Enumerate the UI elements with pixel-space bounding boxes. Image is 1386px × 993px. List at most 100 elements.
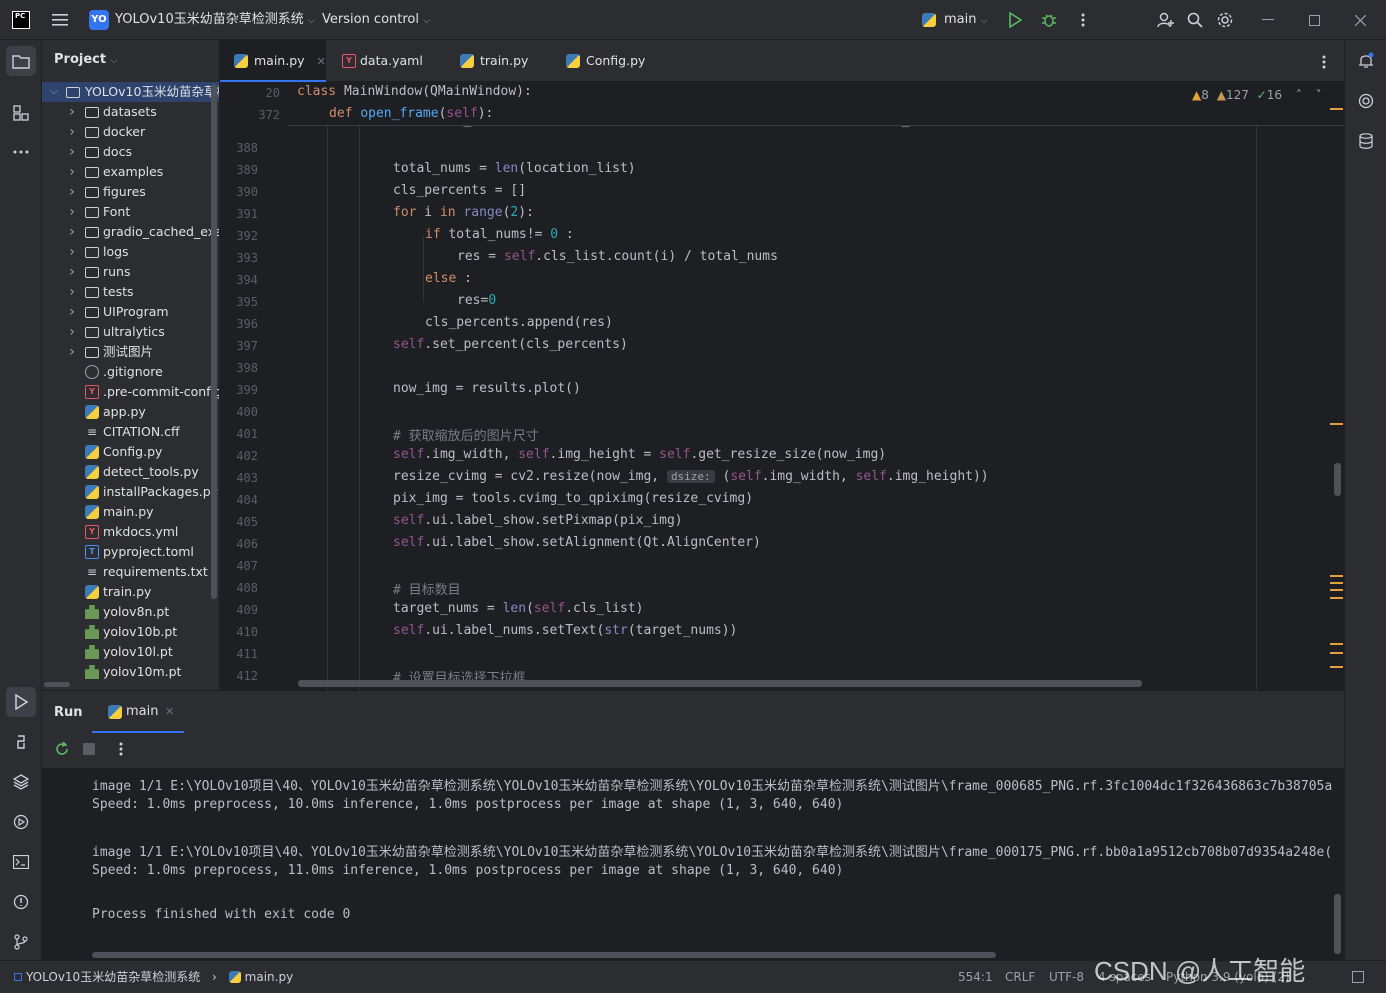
tree-item[interactable]: › logs	[42, 242, 219, 262]
tree-item[interactable]: › tests	[42, 282, 219, 302]
previous-problem-icon[interactable]: ˄	[1296, 88, 1302, 102]
run-tool-icon[interactable]	[6, 687, 36, 717]
project-scrollbar[interactable]	[211, 84, 217, 599]
tree-item[interactable]: Config.py	[42, 442, 219, 462]
gear-icon[interactable]	[1215, 10, 1235, 30]
chevron-right-icon[interactable]: ›	[66, 162, 78, 182]
tree-item[interactable]: › docs	[42, 142, 219, 162]
tree-item[interactable]: detect_tools.py	[42, 462, 219, 482]
console-v-scrollbar[interactable]	[1334, 894, 1341, 954]
tree-item[interactable]: › docker	[42, 122, 219, 142]
chevron-right-icon[interactable]: ›	[66, 322, 78, 342]
vcs-widget[interactable]: Version control ⌵	[322, 0, 430, 40]
tree-item[interactable]: › examples	[42, 162, 219, 182]
more-tools-icon[interactable]	[6, 137, 36, 167]
project-h-scrollbar[interactable]	[44, 682, 70, 687]
project-panel-header[interactable]: Project ⌵	[54, 52, 117, 67]
chevron-right-icon[interactable]: ›	[66, 242, 78, 262]
tab-config-py[interactable]: Config.py	[552, 40, 662, 82]
maximize-icon[interactable]	[1304, 10, 1324, 30]
chevron-right-icon[interactable]: ›	[66, 102, 78, 122]
chevron-right-icon[interactable]: ›	[66, 342, 78, 362]
project-badge[interactable]: YO	[89, 10, 109, 30]
error-stripe-marker[interactable]	[1330, 582, 1343, 584]
breadcrumb-project[interactable]: YOLOv10玉米幼苗杂草检测系统	[26, 970, 200, 984]
tree-item[interactable]: ≡ CITATION.cff	[42, 422, 219, 442]
editor-v-scrollbar[interactable]	[1334, 463, 1341, 496]
run-icon[interactable]	[1005, 10, 1025, 30]
run-tab-main[interactable]: main ✕	[92, 691, 184, 733]
line-separator[interactable]: CRLF	[1005, 961, 1035, 993]
close-icon[interactable]	[1350, 10, 1370, 30]
breadcrumb[interactable]: YOLOv10玉米幼苗杂草检测系统 › main.py	[14, 961, 293, 993]
structure-tool-icon[interactable]	[6, 98, 36, 128]
tree-item[interactable]: yolov8n.pt	[42, 602, 219, 622]
tree-item[interactable]: app.py	[42, 402, 219, 422]
close-icon[interactable]: ✕	[165, 705, 174, 718]
tab-train-py[interactable]: train.py	[446, 40, 550, 82]
stop-icon[interactable]	[79, 739, 99, 759]
tree-item[interactable]: › 测试图片	[42, 342, 219, 362]
tree-item[interactable]: Tpyproject.toml	[42, 542, 219, 562]
more-actions-icon[interactable]	[111, 739, 131, 759]
minimize-icon[interactable]	[1258, 10, 1278, 30]
tree-item[interactable]: train.py	[42, 582, 219, 602]
inspection-widget[interactable]: ▲8 ▲127 ✓16 ˄ ˅	[1192, 88, 1322, 102]
error-stripe-marker[interactable]	[1330, 589, 1343, 591]
sticky-line[interactable]: 372 def open_frame(self):	[258, 104, 1344, 126]
search-icon[interactable]	[1185, 10, 1205, 30]
file-encoding[interactable]: UTF-8	[1049, 961, 1084, 993]
tree-item[interactable]: › gradio_cached_exam	[42, 222, 219, 242]
chevron-right-icon[interactable]: ›	[66, 122, 78, 142]
notifications-icon[interactable]	[1351, 46, 1381, 76]
chevron-right-icon[interactable]: ›	[66, 202, 78, 222]
breadcrumb-file[interactable]: main.py	[245, 970, 294, 984]
error-stripe-marker[interactable]	[1330, 423, 1343, 425]
tab-main-py[interactable]: main.py ✕	[220, 40, 326, 82]
chevron-right-icon[interactable]: ›	[66, 262, 78, 282]
debug-icon[interactable]	[1039, 10, 1059, 30]
rerun-icon[interactable]	[52, 739, 72, 759]
caret-position[interactable]: 554:1	[958, 961, 993, 993]
sticky-line[interactable]: 20 class MainWindow(QMainWindow):	[266, 82, 1344, 104]
tree-item[interactable]: installPackages.py	[42, 482, 219, 502]
more-actions-icon[interactable]	[1073, 10, 1093, 30]
tree-item[interactable]: .gitignore	[42, 362, 219, 382]
tree-item[interactable]: ≡ requirements.txt	[42, 562, 219, 582]
tree-item[interactable]: Y .pre-commit-config.y	[42, 382, 219, 402]
error-stripe-marker[interactable]	[1330, 666, 1343, 668]
python-console-icon[interactable]	[6, 727, 36, 757]
database-icon[interactable]	[1351, 126, 1381, 156]
terminal-icon[interactable]	[6, 847, 36, 877]
tab-actions-icon[interactable]	[1314, 52, 1334, 72]
tree-item[interactable]: › ultralytics	[42, 322, 219, 342]
chevron-right-icon[interactable]: ›	[66, 142, 78, 162]
tree-item[interactable]: › figures	[42, 182, 219, 202]
project-tool-icon[interactable]	[6, 46, 36, 76]
chevron-down-icon[interactable]: ⌵	[48, 82, 60, 102]
main-menu-icon[interactable]	[48, 10, 72, 30]
run-console-output[interactable]: image 1/1 E:\YOLOv10项目\40、YOLOv10玉米幼苗杂草检…	[42, 768, 1344, 960]
tree-item[interactable]: yolov10l.pt	[42, 642, 219, 662]
ai-assistant-icon[interactable]	[1351, 86, 1381, 116]
next-problem-icon[interactable]: ˅	[1316, 88, 1322, 102]
code-editor[interactable]: 388 389 390 391 392 393 394 395 396 397 398 399 400 4…	[220, 82, 1344, 690]
console-h-scrollbar[interactable]	[92, 952, 996, 958]
tree-item[interactable]: › Font	[42, 202, 219, 222]
close-icon[interactable]: ✕	[317, 55, 326, 68]
tree-item[interactable]: main.py	[42, 502, 219, 522]
editor-h-scrollbar[interactable]	[298, 680, 1142, 687]
tree-item[interactable]: yolov10m.pt	[42, 662, 219, 682]
project-selector[interactable]: YOLOv10玉米幼苗杂草检测系统 ⌵	[115, 0, 315, 40]
error-stripe-marker[interactable]	[1330, 643, 1343, 645]
run-config-selector[interactable]: main ⌵	[922, 0, 987, 40]
chevron-right-icon[interactable]: ›	[66, 302, 78, 322]
problems-icon[interactable]	[6, 887, 36, 917]
error-stripe-marker[interactable]	[1330, 652, 1343, 654]
tree-item[interactable]: Ymkdocs.yml	[42, 522, 219, 542]
python-packages-icon[interactable]	[6, 767, 36, 797]
chevron-right-icon[interactable]: ›	[66, 222, 78, 242]
error-stripe-marker[interactable]	[1330, 597, 1343, 599]
chevron-right-icon[interactable]: ›	[66, 182, 78, 202]
error-stripe-marker[interactable]	[1330, 575, 1343, 577]
